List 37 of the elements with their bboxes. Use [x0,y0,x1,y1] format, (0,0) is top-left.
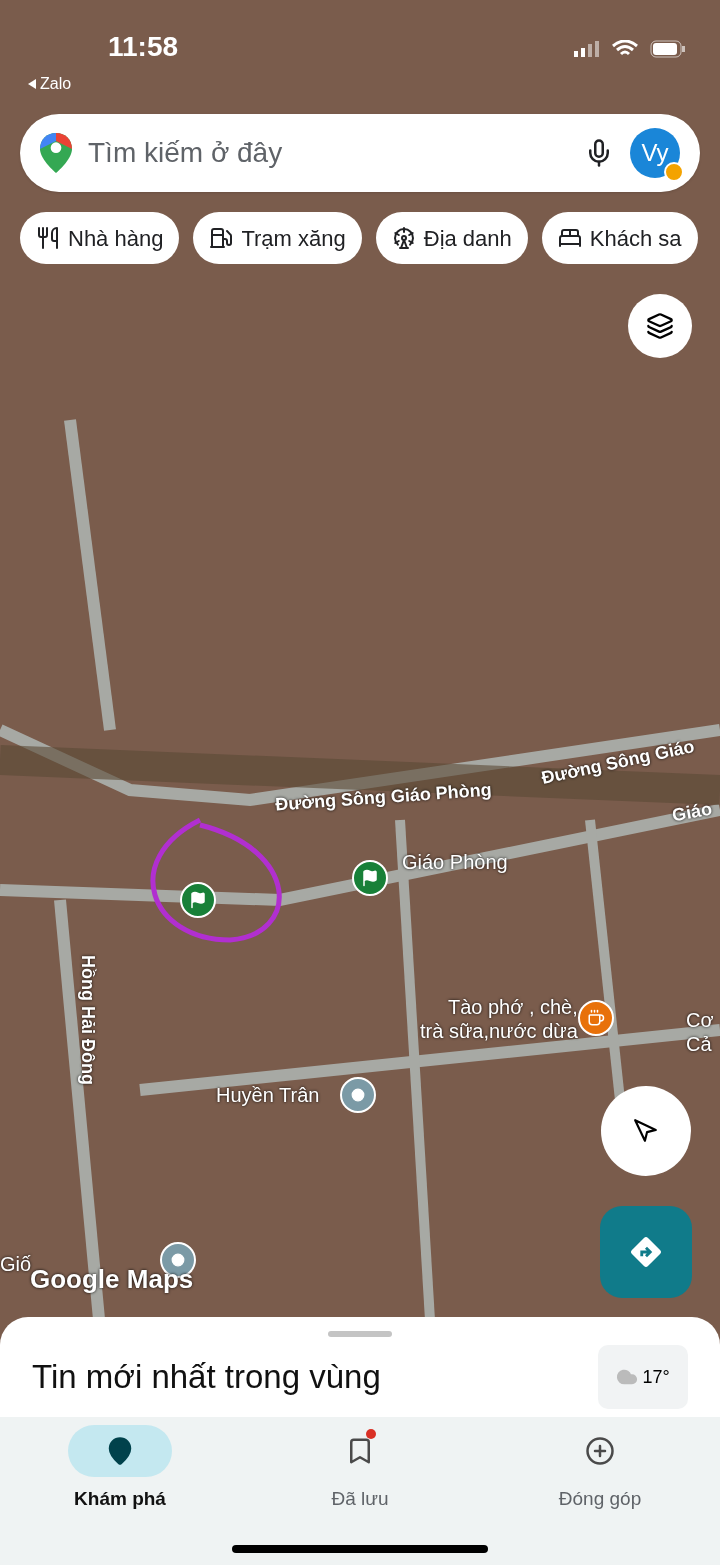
status-time: 11:58 [107,30,179,64]
road-label: Hồng Hải Đông [77,955,99,1085]
maps-logo-icon [40,133,72,173]
category-chip[interactable]: Khách sa [541,212,698,264]
nav-tab[interactable]: Đóng góp [480,1425,720,1565]
map-brand-label: Google Maps [30,1264,194,1296]
road-label: Đường Sông Giáo [539,735,697,790]
bottom-sheet[interactable]: Tin mới nhất trong vùng 17° [0,1317,720,1417]
drag-handle[interactable] [328,1331,392,1337]
navigation-arrow-icon [633,1118,659,1144]
wifi-icon [612,40,638,58]
road-label: Giáo [670,797,714,828]
back-to-app-link[interactable]: Zalo [28,72,179,96]
place-label: Huyền Trân [216,1083,320,1107]
landmark-icon [391,226,416,250]
restaurant-icon [36,226,60,250]
category-chip[interactable]: Nhà hàng [20,212,180,264]
weather-chip[interactable]: 17° [598,1345,688,1409]
place-label: Tào phớ , chè, trà sữa,nước dừa [420,995,578,1043]
nav-tab[interactable]: Khám phá [0,1425,240,1565]
avatar[interactable]: Vy [630,128,680,178]
directions-button[interactable] [600,1206,692,1298]
hotel-icon [557,226,582,250]
place-label: Giố [0,1252,32,1275]
signal-icon [574,41,600,57]
place-label: Cơ Cả [686,1008,714,1056]
category-chip[interactable]: Địa danh [375,212,528,264]
search-placeholder: Tìm kiếm ở đây [88,136,284,170]
contribute-icon [585,1436,615,1466]
gas-icon [209,226,234,250]
layers-icon [646,312,674,340]
sheet-title: Tin mới nhất trong vùng [32,1357,381,1398]
search-field[interactable]: Tìm kiếm ở đây Vy [20,114,700,192]
category-chip[interactable]: Trạm xăng [193,212,362,264]
battery-icon [650,40,686,58]
road-label: Đường Sông Giáo Phòng [274,778,493,817]
back-triangle-icon [28,79,36,89]
